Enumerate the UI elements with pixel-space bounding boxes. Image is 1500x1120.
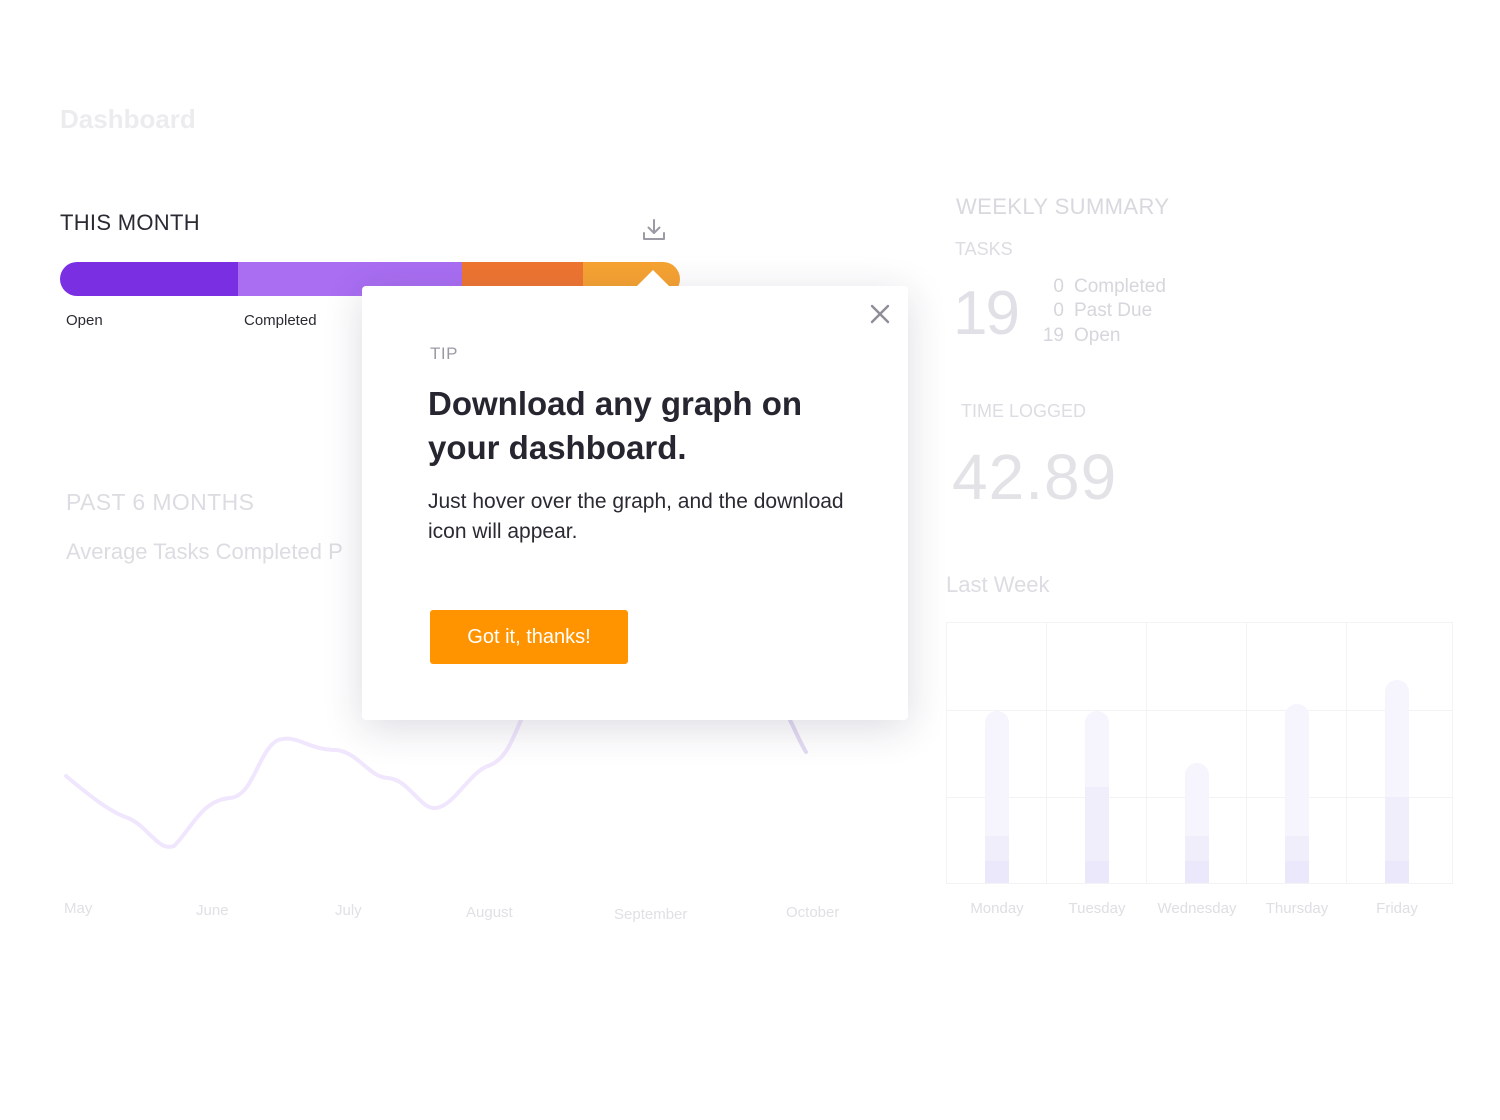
- grid-line: [947, 710, 1452, 711]
- segment-open[interactable]: [60, 262, 238, 296]
- page-title: Dashboard: [60, 104, 196, 134]
- day-label-monday: Monday: [970, 900, 1024, 917]
- this-month-title: THIS MONTH: [60, 210, 200, 235]
- popup-heading: Download any graph on your dashboard.: [428, 385, 803, 466]
- axis-label-august: August: [466, 904, 513, 921]
- task-count: 19: [1042, 325, 1064, 346]
- day-bar-tuesday[interactable]: [1085, 711, 1109, 883]
- grid-line: [1346, 623, 1347, 883]
- grid-line: [1046, 623, 1047, 883]
- trend-line: [64, 716, 524, 849]
- axis-label-september: September: [614, 906, 688, 923]
- task-status: Completed: [1074, 276, 1166, 297]
- task-status: Past Due: [1074, 300, 1153, 321]
- task-row-past-due: 0 Past Due: [1040, 300, 1152, 322]
- past-6-months-title: PAST 6 MONTHS: [66, 489, 255, 515]
- task-row-open: 19 Open: [1040, 325, 1121, 347]
- axis-label-june: June: [196, 902, 229, 919]
- time-logged-label: TIME LOGGED: [961, 401, 1087, 421]
- trend-line-tail: [788, 718, 808, 754]
- axis-label-october: October: [786, 904, 840, 921]
- grid-line: [1246, 623, 1247, 883]
- bar-segment: [985, 861, 1009, 883]
- task-status: Open: [1074, 325, 1121, 346]
- tasks-total: 19: [953, 279, 1020, 348]
- last-week-bar-chart: [946, 622, 1453, 884]
- bar-segment: [1285, 861, 1309, 883]
- bar-segment: [1185, 861, 1209, 883]
- got-it-button[interactable]: Got it, thanks!: [430, 610, 628, 664]
- segment-label-completed: Completed: [244, 312, 317, 329]
- day-bar-friday[interactable]: [1385, 680, 1409, 883]
- day-bar-wednesday[interactable]: [1185, 763, 1209, 883]
- close-icon[interactable]: [866, 300, 894, 328]
- popup-body: Just hover over the graph, and the downl…: [428, 490, 844, 543]
- tip-label: TIP: [430, 344, 458, 363]
- day-label-friday: Friday: [1376, 900, 1418, 917]
- bar-segment: [1085, 861, 1109, 883]
- day-bar-monday[interactable]: [985, 711, 1009, 883]
- bar-segment: [1385, 861, 1409, 883]
- day-label-tuesday: Tuesday: [1068, 900, 1126, 917]
- day-bar-thursday[interactable]: [1285, 703, 1309, 883]
- weekly-summary-title: WEEKLY SUMMARY: [956, 194, 1170, 219]
- task-row-completed: 0 Completed: [1040, 276, 1166, 298]
- day-label-wednesday: Wednesday: [1157, 900, 1237, 917]
- axis-label-july: July: [335, 902, 362, 919]
- tasks-label: TASKS: [955, 239, 1013, 259]
- time-logged-value: 42.89: [952, 441, 1118, 513]
- segment-label-open: Open: [66, 312, 103, 329]
- axis-label-may: May: [64, 900, 93, 917]
- popup-pointer: [636, 270, 670, 287]
- day-label-thursday: Thursday: [1265, 900, 1329, 917]
- past-6-months-subtitle: Average Tasks Completed P: [66, 539, 343, 564]
- task-count: 0: [1053, 300, 1064, 321]
- last-week-title: Last Week: [946, 572, 1050, 597]
- grid-line: [1146, 623, 1147, 883]
- download-icon[interactable]: [640, 216, 668, 244]
- task-count: 0: [1053, 276, 1064, 297]
